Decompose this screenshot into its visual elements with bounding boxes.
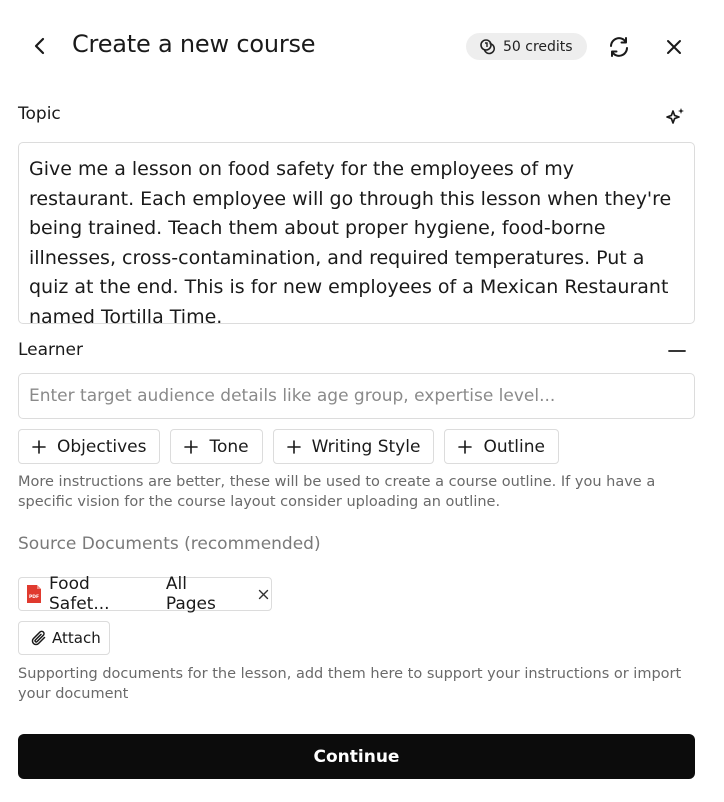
- source-documents-help-text: Supporting documents for the lesson, add…: [18, 666, 682, 702]
- instruction-chips: Objectives Tone Writing Style Outline: [18, 429, 559, 464]
- minus-icon: [668, 350, 686, 352]
- topic-textarea[interactable]: Give me a lesson on food safety for the …: [18, 142, 695, 328]
- remove-file-button[interactable]: [256, 586, 271, 602]
- back-button[interactable]: [28, 32, 52, 60]
- learner-input[interactable]: [18, 373, 695, 419]
- chip-label: Objectives: [57, 436, 147, 457]
- learner-collapse-button[interactable]: [666, 341, 688, 361]
- file-pages-selector[interactable]: All Pages: [166, 574, 240, 614]
- chip-label: Tone: [209, 436, 249, 457]
- close-button[interactable]: [660, 33, 688, 61]
- plus-icon: [457, 439, 473, 455]
- ai-enhance-button[interactable]: [662, 104, 688, 130]
- instructions-help-text: More instructions are better, these will…: [18, 474, 656, 510]
- sparkle-icon: [666, 108, 684, 124]
- add-writing-style-button[interactable]: Writing Style: [272, 429, 435, 464]
- add-outline-button[interactable]: Outline: [444, 429, 559, 464]
- source-file-chip: PDF Food Safet... All Pages: [18, 574, 272, 614]
- add-tone-button[interactable]: Tone: [170, 429, 263, 464]
- attach-button[interactable]: Attach: [18, 621, 110, 655]
- pdf-icon: PDF: [26, 584, 42, 604]
- refresh-button[interactable]: [605, 33, 633, 61]
- plus-icon: [183, 439, 199, 455]
- paperclip-icon: [30, 629, 48, 647]
- source-documents-label: Source Documents (recommended): [18, 534, 321, 554]
- plus-icon: [286, 439, 302, 455]
- add-objectives-button[interactable]: Objectives: [18, 429, 161, 464]
- header: Create a new course 50 credits: [0, 0, 724, 92]
- chip-label: Outline: [483, 436, 545, 457]
- close-icon: [667, 40, 681, 54]
- continue-button[interactable]: Continue: [18, 734, 695, 779]
- learner-label: Learner: [18, 340, 83, 360]
- credits-text: 50 credits: [503, 38, 573, 55]
- svg-text:PDF: PDF: [29, 594, 39, 600]
- page-title: Create a new course: [72, 30, 316, 58]
- file-name: Food Safet...: [49, 574, 110, 614]
- close-icon: [258, 589, 268, 599]
- credits-badge: 50 credits: [466, 33, 587, 60]
- topic-label: Topic: [18, 104, 61, 124]
- refresh-icon: [610, 37, 628, 57]
- attach-label: Attach: [52, 629, 101, 647]
- chevron-left-icon: [34, 37, 45, 55]
- plus-icon: [31, 439, 47, 455]
- coins-icon: [479, 38, 497, 56]
- chip-label: Writing Style: [311, 436, 421, 457]
